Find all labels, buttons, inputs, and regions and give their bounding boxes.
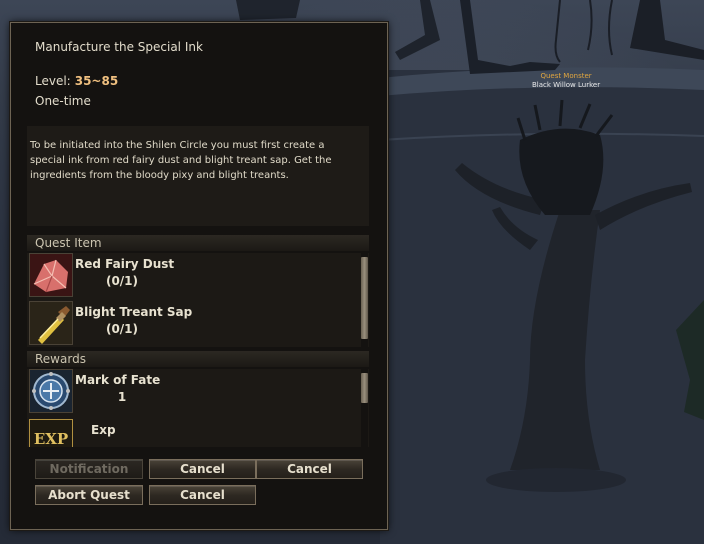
mark-of-fate-icon (29, 369, 73, 413)
abort-quest-button[interactable]: Abort Quest (35, 485, 143, 505)
cancel-button-2[interactable]: Cancel (256, 459, 363, 479)
level-label: Level: (35, 74, 71, 88)
level-range: 35~85 (74, 74, 119, 88)
quest-repeat-type: One-time (35, 94, 91, 108)
monster-nameplate: Quest Monster Black Willow Lurker (532, 72, 600, 89)
scrollbar-thumb[interactable] (361, 257, 368, 339)
exp-icon-text: EXP (33, 430, 69, 447)
item-name: Blight Treant Sap (75, 305, 193, 319)
quest-description-box: To be initiated into the Shilen Circle y… (27, 126, 369, 226)
quest-items-list[interactable]: Red Fairy Dust (0/1) Blight Treant Sap (… (27, 253, 369, 347)
red-crystal-icon (29, 253, 73, 297)
quest-level-row: Level: 35~85 (35, 74, 118, 88)
quest-item-blight-treant-sap[interactable]: Blight Treant Sap (0/1) (29, 301, 349, 345)
quest-detail-window: Manufacture the Special Ink Level: 35~85 … (10, 22, 388, 530)
exp-icon: EXP (29, 419, 73, 447)
notification-button[interactable]: Notification (35, 459, 143, 479)
rewards-header: Rewards (27, 351, 369, 367)
scrollbar-thumb[interactable] (361, 373, 368, 403)
rewards-list[interactable]: Mark of Fate 1 EXP Exp (27, 369, 369, 447)
reward-count: 1 (117, 390, 127, 404)
potion-vial-icon (29, 301, 73, 345)
reward-name: Exp (91, 423, 116, 437)
quest-items-header: Quest Item (27, 235, 369, 251)
reward-name: Mark of Fate (75, 373, 161, 387)
item-name: Red Fairy Dust (75, 257, 175, 271)
item-count: (0/1) (105, 274, 139, 288)
item-count: (0/1) (105, 322, 139, 336)
quest-title: Manufacture the Special Ink (35, 40, 203, 54)
quest-monster-tag: Quest Monster (540, 72, 592, 80)
rewards-scrollbar[interactable] (361, 369, 368, 447)
monster-name: Black Willow Lurker (532, 81, 601, 89)
quest-description: To be initiated into the Shilen Circle y… (30, 140, 332, 181)
cancel-button-3[interactable]: Cancel (149, 485, 256, 505)
reward-exp[interactable]: EXP Exp (29, 419, 349, 447)
reward-mark-of-fate[interactable]: Mark of Fate 1 (29, 369, 349, 413)
quest-item-red-fairy-dust[interactable]: Red Fairy Dust (0/1) (29, 253, 349, 297)
quest-items-scrollbar[interactable] (361, 253, 368, 347)
cancel-button-1[interactable]: Cancel (149, 459, 256, 479)
